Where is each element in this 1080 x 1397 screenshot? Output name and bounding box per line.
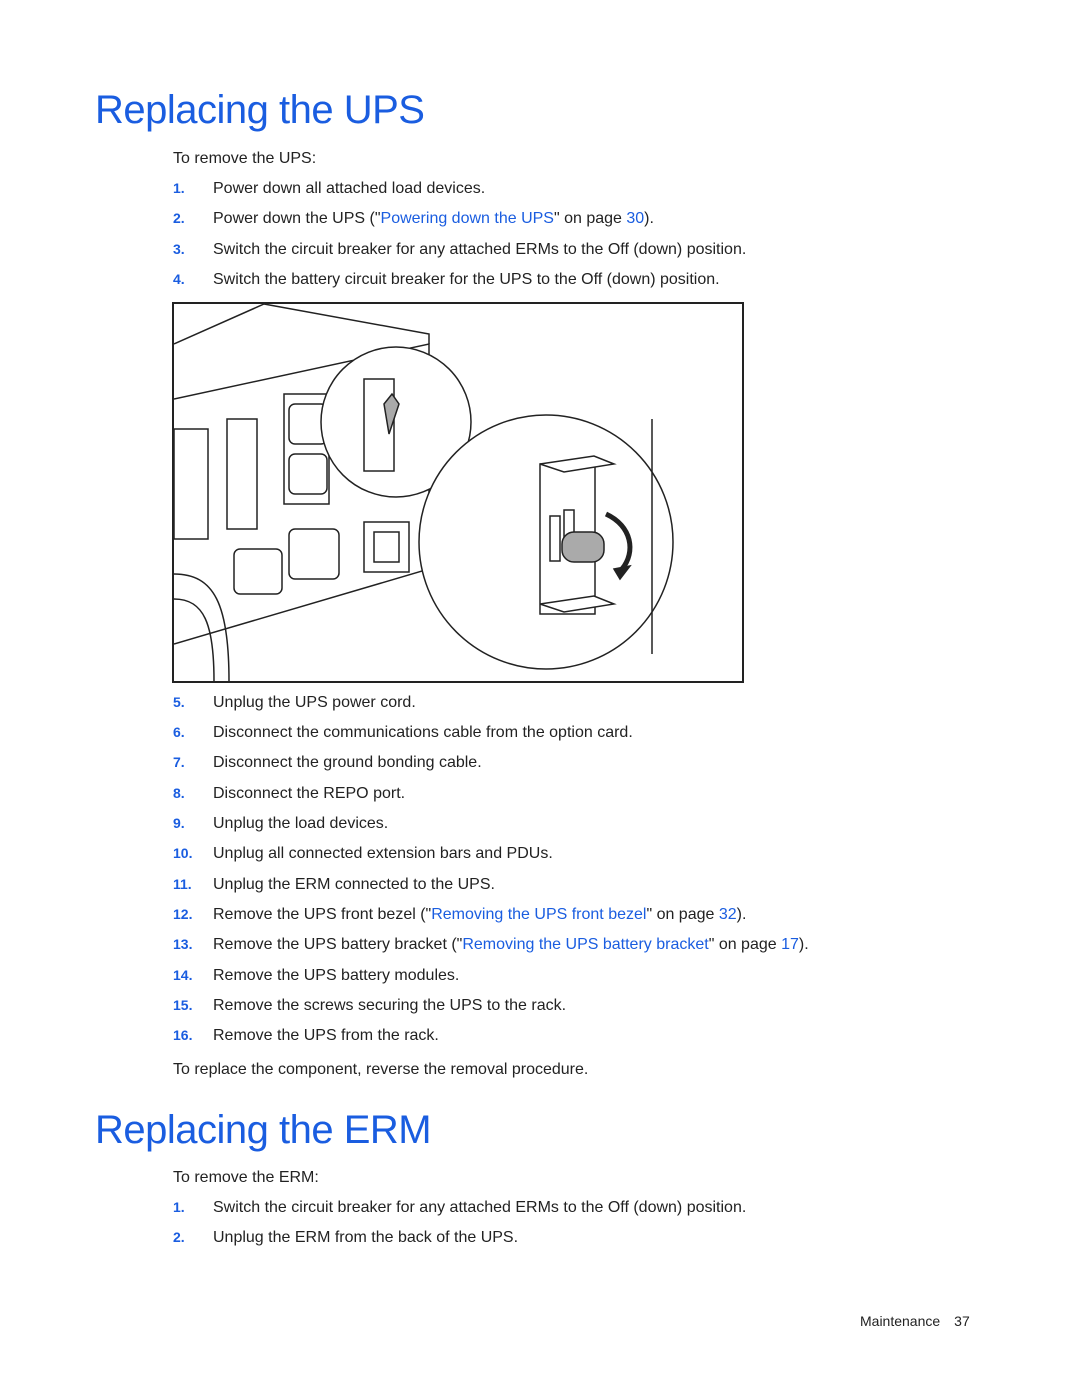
step-number: 5. [173,694,185,710]
step-number: 3. [173,241,185,257]
step-text: ). [798,936,809,953]
ups-step-3: 3. Switch the circuit breaker for any att… [173,241,746,259]
step-text: Switch the circuit breaker for any attac… [213,241,747,258]
link-page-30[interactable]: 30 [626,210,644,227]
ups-rear-panel-drawing [173,303,674,682]
step-text: Unplug all connected extension bars and … [213,845,553,862]
link-page-32[interactable]: 32 [719,906,737,923]
step-text: Disconnect the REPO port. [213,785,406,802]
erm-step-2: 2. Unplug the ERM from the back of the UP… [173,1229,518,1247]
link-powering-down-ups[interactable]: Powering down the UPS [381,210,554,227]
step-text: " on page [708,936,782,953]
step-text: Switch the battery circuit breaker for t… [213,271,720,288]
step-number: 1. [173,180,185,196]
step-text: " on page [646,906,719,923]
step-number: 8. [173,785,185,801]
ups-step-5: 5. Unplug the UPS power cord. [173,694,416,712]
ups-step-4: 4. Switch the battery circuit breaker for… [173,271,720,289]
step-text: Unplug the ERM connected to the UPS. [213,876,495,893]
step-text: Remove the UPS battery modules. [213,967,460,984]
step-number: 2. [173,210,185,226]
step-number: 15. [173,997,193,1013]
step-number: 14. [173,967,193,983]
step-text: " on page [553,210,627,227]
step-text: Unplug the load devices. [213,815,389,832]
page-number: 37 [954,1313,970,1329]
step-text: Switch the circuit breaker for any attac… [213,1199,747,1216]
section-title-ups: Replacing the UPS [95,88,425,132]
step-text: Disconnect the ground bonding cable. [213,754,482,771]
ups-step-15: 15. Remove the screws securing the UPS to… [173,997,566,1015]
step-text: Remove the screws securing the UPS to th… [213,997,567,1014]
ups-outro: To replace the component, reverse the re… [173,1061,589,1078]
erm-step-1: 1. Switch the circuit breaker for any att… [173,1199,746,1217]
ups-step-13: 13. Remove the UPS battery bracket ("Remo… [173,936,809,954]
step-number: 2. [173,1229,185,1245]
step-number: 4. [173,271,185,287]
ups-step-6: 6. Disconnect the communications cable fr… [173,724,633,742]
step-number: 11. [173,876,192,892]
erm-intro: To remove the ERM: [173,1169,319,1186]
step-text: Power down the UPS (" [213,210,381,227]
ups-step-9: 9. Unplug the load devices. [173,815,388,833]
ups-step-16: 16. Remove the UPS from the rack. [173,1027,439,1045]
link-removing-front-bezel[interactable]: Removing the UPS front bezel [431,906,646,923]
step-text: ). [644,210,654,227]
step-text: Unplug the UPS power cord. [213,694,416,711]
link-removing-battery-bracket[interactable]: Removing the UPS battery bracket [462,936,708,953]
ups-step-1: 1. Power down all attached load devices. [173,180,485,198]
step-number: 9. [173,815,185,831]
step-number: 13. [173,936,193,952]
step-text: Remove the UPS battery bracket (" [213,936,463,953]
step-number: 10. [173,845,193,861]
step-text: Disconnect the communications cable from… [213,724,633,741]
ups-step-12: 12. Remove the UPS front bezel ("Removing… [173,906,746,924]
step-number: 6. [173,724,185,740]
step-text: Remove the UPS front bezel (" [213,906,432,923]
step-text: Unplug the ERM from the back of the UPS. [213,1229,519,1246]
step-number: 16. [173,1027,193,1043]
ups-step-10: 10. Unplug all connected extension bars a… [173,845,553,863]
page-footer: Maintenance 37 [860,1313,970,1329]
ups-intro: To remove the UPS: [173,150,317,167]
ups-step-7: 7. Disconnect the ground bonding cable. [173,754,482,772]
ups-breaker-illustration [172,302,744,683]
step-text: Remove the UPS from the rack. [213,1027,439,1044]
ups-step-2: 2. Power down the UPS ("Powering down the… [173,210,654,228]
link-page-17[interactable]: 17 [781,936,799,953]
step-number: 12. [173,906,193,922]
step-text: Power down all attached load devices. [213,180,486,197]
section-title-erm: Replacing the ERM [95,1108,432,1152]
step-number: 1. [173,1199,185,1215]
ups-step-14: 14. Remove the UPS battery modules. [173,967,459,985]
ups-step-8: 8. Disconnect the REPO port. [173,785,405,803]
ups-step-11: 11. Unplug the ERM connected to the UPS. [173,876,495,894]
step-text: ). [736,906,747,923]
footer-section: Maintenance [860,1313,941,1329]
step-number: 7. [173,754,185,770]
